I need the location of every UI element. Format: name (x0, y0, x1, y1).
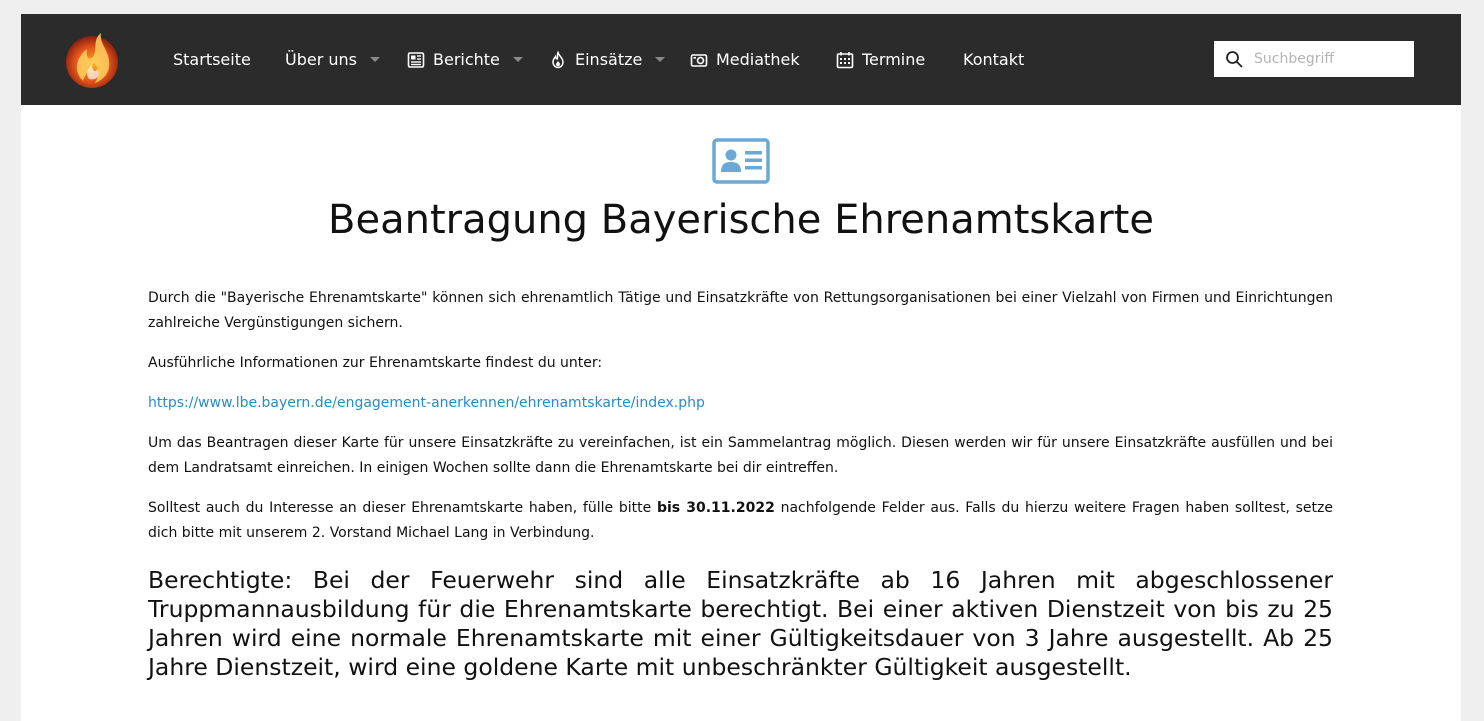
paragraph-deadline: Solltest auch du Interesse an dieser Ehr… (148, 496, 1333, 546)
nav-berichte[interactable]: Berichte (407, 14, 523, 105)
nav-label: Startseite (173, 50, 251, 69)
paragraph-sammelantrag: Um das Beantragen dieser Karte für unser… (148, 435, 1333, 476)
navbar: Startseite Über uns Berichte Einsätze Me… (21, 14, 1461, 105)
nav-label: Einsätze (575, 50, 643, 69)
nav-label: Termine (862, 50, 926, 69)
nav-label: Mediathek (716, 50, 800, 69)
search-box (1214, 41, 1414, 77)
nav-einsaetze[interactable]: Einsätze (549, 14, 666, 105)
nav-label: Kontakt (963, 50, 1025, 69)
nav-mediathek[interactable]: Mediathek (690, 14, 800, 105)
id-card-icon (712, 138, 770, 184)
fire-logo-icon[interactable] (61, 29, 123, 91)
deadline-text-before: Solltest auch du Interesse an dieser Ehr… (148, 500, 657, 516)
paragraph-info: Ausführliche Informationen zur Ehrenamts… (148, 355, 603, 371)
page-title: Beantragung Bayerische Ehrenamtskarte (328, 197, 1154, 243)
chevron-down-icon (655, 57, 666, 62)
search-input[interactable] (1254, 41, 1406, 77)
page: Startseite Über uns Berichte Einsätze Me… (21, 14, 1461, 721)
nav-label: Berichte (433, 50, 500, 69)
nav-termine[interactable]: Termine (836, 14, 925, 105)
chevron-down-icon (512, 57, 523, 62)
paragraph-berechtigte: Berechtigte: Bei der Feuerwehr sind alle… (148, 566, 1333, 681)
fire-icon (552, 50, 564, 68)
camera-icon (690, 53, 708, 67)
ehrenamtskarte-link[interactable]: https://www.lbe.bayern.de/engagement-ane… (148, 395, 705, 411)
chevron-down-icon (370, 57, 380, 62)
nav-label: Über uns (285, 50, 357, 69)
deadline-date: bis 30.11.2022 (656, 500, 775, 516)
article-content: Durch die "Bayerische Ehrenamtskarte" kö… (148, 286, 1333, 697)
paragraph-intro: Durch die "Bayerische Ehrenamtskarte" kö… (148, 290, 1333, 331)
calendar-icon (836, 51, 854, 68)
nav-kontakt[interactable]: Kontakt (963, 14, 1024, 105)
nav-startseite[interactable]: Startseite (173, 14, 251, 105)
paragraph-link: https://www.lbe.bayern.de/engagement-ane… (148, 391, 1333, 416)
search-icon[interactable] (1225, 50, 1243, 68)
nav-ueber-uns[interactable]: Über uns (285, 14, 380, 105)
newspaper-icon (407, 51, 425, 68)
